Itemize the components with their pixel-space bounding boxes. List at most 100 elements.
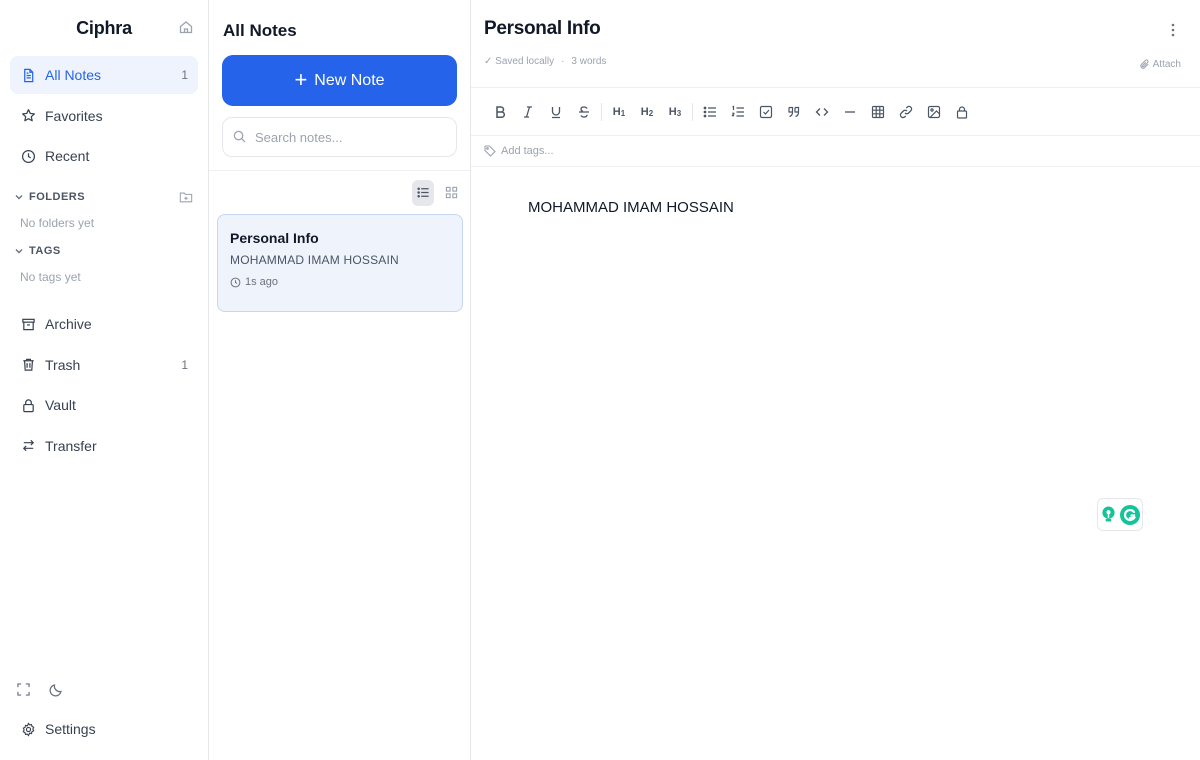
tag-icon	[484, 145, 496, 157]
horizontal-rule-button[interactable]	[836, 98, 864, 126]
horizontal-rule-icon	[845, 110, 855, 113]
new-note-label: New Note	[314, 71, 385, 89]
link-icon	[899, 105, 913, 118]
strikethrough-icon	[579, 105, 589, 118]
app-title: Ciphra	[76, 17, 132, 38]
chevron-down-icon[interactable]	[14, 192, 24, 202]
more-options-icon[interactable]	[1166, 22, 1180, 40]
heading-3-button[interactable]: H3	[661, 98, 689, 126]
tags-section-header[interactable]: TAGS	[0, 239, 208, 263]
view-toggle	[209, 170, 470, 214]
add-folder-icon[interactable]	[179, 190, 194, 205]
italic-button[interactable]	[514, 98, 542, 126]
bold-button[interactable]	[486, 98, 514, 126]
editor-header: Personal Info ✓ Saved locally · 3 words …	[471, 0, 1200, 88]
code-icon	[815, 107, 829, 116]
table-button[interactable]	[864, 98, 892, 126]
sidebar-item-transfer[interactable]: Transfer	[10, 427, 198, 465]
numbered-list-icon	[731, 105, 744, 117]
checklist-icon	[759, 105, 773, 118]
tags-placeholder: Add tags...	[501, 145, 554, 157]
sidebar-item-count: 1	[181, 68, 188, 82]
note-card-preview: MOHAMMAD IMAM HOSSAIN	[230, 253, 399, 267]
archive-icon	[20, 316, 36, 332]
underline-button[interactable]	[542, 98, 570, 126]
sidebar-item-vault[interactable]: Vault	[10, 386, 198, 424]
grammarly-widget[interactable]	[1097, 498, 1143, 531]
dark-mode-icon[interactable]	[49, 683, 63, 697]
toolbar-divider	[601, 102, 602, 121]
heading-1-icon: H1	[612, 105, 626, 118]
grid-icon	[445, 186, 457, 199]
sidebar-item-label: Recent	[45, 148, 90, 164]
sidebar-item-trash[interactable]: Trash 1	[10, 346, 198, 384]
code-button[interactable]	[808, 98, 836, 126]
word-count: 3 words	[571, 56, 607, 67]
heading-2-icon: H2	[640, 105, 654, 118]
grammarly-logo-icon[interactable]	[1119, 504, 1140, 525]
chevron-down-icon[interactable]	[14, 246, 24, 256]
image-button[interactable]	[920, 98, 948, 126]
trash-icon	[20, 357, 36, 373]
sidebar: Ciphra All Notes 1 Favorites Recent FOLD…	[0, 0, 209, 760]
sidebar-item-archive[interactable]: Archive	[10, 305, 198, 343]
sidebar-item-favorites[interactable]: Favorites	[10, 97, 198, 135]
sidebar-item-settings[interactable]: Settings	[10, 710, 198, 748]
lightbulb-icon[interactable]	[1101, 505, 1117, 525]
note-list-panel: All Notes + New Note Personal Info MOHAM…	[209, 0, 471, 760]
sidebar-item-count: 1	[181, 357, 188, 372]
list-view-button[interactable]	[412, 179, 434, 206]
sidebar-item-label: Settings	[45, 721, 96, 737]
editor-panel: Personal Info ✓ Saved locally · 3 words …	[471, 0, 1200, 760]
note-title[interactable]: Personal Info	[484, 18, 1186, 40]
strikethrough-button[interactable]	[570, 98, 598, 126]
folders-section-header[interactable]: FOLDERS	[0, 185, 208, 209]
attach-label: Attach	[1152, 59, 1181, 70]
sidebar-item-label: All Notes	[45, 67, 102, 83]
folders-label: FOLDERS	[29, 191, 86, 203]
bullet-list-icon	[703, 106, 716, 117]
tags-label: TAGS	[29, 245, 61, 257]
list-icon	[416, 187, 429, 198]
tags-input-row[interactable]: Add tags...	[471, 136, 1200, 167]
new-note-button[interactable]: + New Note	[222, 55, 457, 106]
table-icon	[871, 105, 885, 118]
link-button[interactable]	[892, 98, 920, 126]
lock-note-button[interactable]	[948, 98, 976, 126]
note-card-meta: 1s ago	[230, 276, 450, 288]
heading-2-button[interactable]: H2	[633, 98, 661, 126]
heading-1-button[interactable]: H1	[605, 98, 633, 126]
sidebar-item-label: Archive	[45, 316, 92, 332]
bullet-list-button[interactable]	[696, 98, 724, 126]
note-meta: ✓ Saved locally · 3 words	[484, 56, 1186, 67]
gear-icon	[20, 721, 36, 737]
star-icon	[20, 108, 36, 124]
tags-empty-text: No tags yet	[20, 270, 81, 284]
home-icon[interactable]	[178, 19, 194, 35]
checklist-button[interactable]	[752, 98, 780, 126]
grid-view-button[interactable]	[440, 180, 462, 206]
numbered-list-button[interactable]	[724, 98, 752, 126]
sidebar-item-recent[interactable]: Recent	[10, 137, 198, 175]
editor-content[interactable]: MOHAMMAD IMAM HOSSAIN	[471, 167, 1200, 248]
fullscreen-icon[interactable]	[17, 683, 31, 697]
italic-icon	[524, 105, 532, 118]
note-card[interactable]: Personal Info MOHAMMAD IMAM HOSSAIN 1s a…	[217, 214, 463, 312]
plus-icon: +	[294, 66, 308, 92]
meta-separator: ·	[561, 56, 565, 67]
editor-paragraph[interactable]: MOHAMMAD IMAM HOSSAIN	[528, 199, 1143, 216]
search-box[interactable]	[222, 117, 457, 157]
sidebar-item-label: Trash	[45, 356, 81, 373]
search-input[interactable]	[255, 129, 445, 145]
note-list-header: All Notes	[209, 0, 470, 60]
quote-button[interactable]	[780, 98, 808, 126]
sidebar-utility-icons	[0, 670, 208, 710]
sidebar-item-label: Favorites	[45, 107, 103, 124]
search-icon	[233, 130, 247, 144]
note-card-title: Personal Info	[230, 230, 319, 246]
image-icon	[927, 105, 941, 118]
clock-icon	[20, 148, 36, 164]
sidebar-item-all-notes[interactable]: All Notes 1	[10, 56, 198, 94]
attach-button[interactable]: Attach	[1139, 59, 1181, 70]
toolbar-divider	[692, 102, 693, 121]
